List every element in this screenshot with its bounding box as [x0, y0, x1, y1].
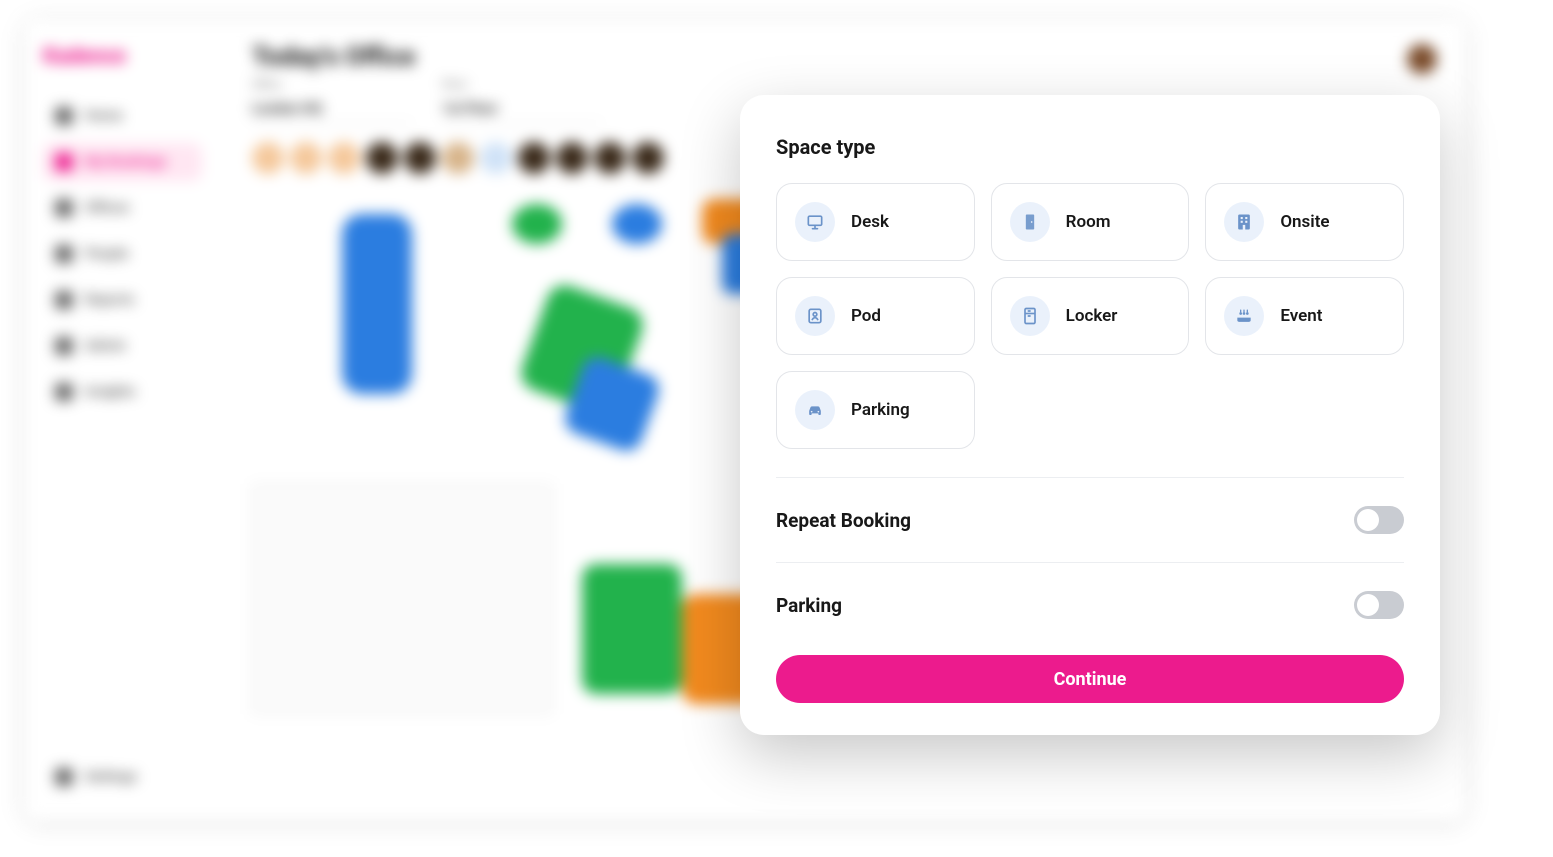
sidebar-item-label: Home	[85, 108, 123, 124]
space-type-label: Parking	[851, 400, 910, 420]
space-type-parking[interactable]: Parking	[776, 371, 975, 449]
avatar[interactable]	[404, 142, 436, 174]
car-icon	[795, 390, 835, 430]
pod-icon	[795, 296, 835, 336]
toggle-parking-row: Parking	[776, 571, 1404, 639]
sidebar-item-insights[interactable]: Insights	[43, 373, 202, 411]
space-type-onsite[interactable]: Onsite	[1205, 183, 1404, 261]
space-type-label: Event	[1280, 306, 1322, 326]
avatar[interactable]	[594, 142, 626, 174]
sidebar-item-label: Insights	[85, 384, 135, 400]
toggle-repeat-booking[interactable]	[1354, 506, 1404, 534]
space-type-label: Locker	[1066, 306, 1118, 326]
avatar[interactable]	[290, 142, 322, 174]
home-icon	[55, 107, 73, 125]
bulb-icon	[55, 383, 73, 401]
desk-icon	[795, 202, 835, 242]
sidebar-item-home[interactable]: Home	[43, 97, 202, 135]
avatar[interactable]	[442, 142, 474, 174]
toggle-label: Repeat Booking	[776, 509, 911, 532]
sidebar-item-label: My Bookings	[85, 154, 166, 170]
space-type-grid: Desk Room Onsite Pod Locker	[776, 183, 1404, 449]
sidebar: Kadence Home My Bookings Offices People …	[25, 20, 220, 820]
space-type-locker[interactable]: Locker	[991, 277, 1190, 355]
filter-value: 1st Floor	[442, 95, 602, 124]
gear-icon	[55, 768, 73, 786]
avatar[interactable]	[556, 142, 588, 174]
door-icon	[1010, 202, 1050, 242]
toggle-label: Parking	[776, 594, 842, 617]
room-available[interactable]	[582, 564, 682, 694]
sidebar-item-label: Offices	[85, 200, 129, 216]
avatar[interactable]	[632, 142, 664, 174]
avatar[interactable]	[366, 142, 398, 174]
sidebar-item-admin[interactable]: Admin	[43, 327, 202, 365]
desk-available[interactable]	[512, 204, 562, 244]
user-avatar[interactable]	[1407, 44, 1437, 74]
space-type-pod[interactable]: Pod	[776, 277, 975, 355]
sidebar-item-label: Reports	[85, 292, 135, 308]
sidebar-item-settings[interactable]: Settings	[43, 758, 202, 796]
avatar[interactable]	[480, 142, 512, 174]
avatar[interactable]	[518, 142, 550, 174]
filter-office[interactable]: Office London HQ	[252, 78, 412, 124]
divider	[776, 562, 1404, 563]
zone-outline	[252, 484, 552, 714]
filter-label: Office	[252, 78, 412, 91]
space-type-desk[interactable]: Desk	[776, 183, 975, 261]
sidebar-item-people[interactable]: People	[43, 235, 202, 273]
toggle-parking[interactable]	[1354, 591, 1404, 619]
sidebar-item-reports[interactable]: Reports	[43, 281, 202, 319]
people-icon	[55, 245, 73, 263]
space-type-event[interactable]: Event	[1205, 277, 1404, 355]
space-type-room[interactable]: Room	[991, 183, 1190, 261]
sidebar-item-label: Admin	[85, 338, 126, 354]
sidebar-item-bookings[interactable]: My Bookings	[43, 143, 202, 181]
desk-cluster[interactable]	[342, 214, 412, 394]
modal-title: Space type	[776, 135, 1404, 159]
avatar[interactable]	[252, 142, 284, 174]
filter-label: Floor	[442, 78, 602, 91]
continue-button[interactable]: Continue	[776, 655, 1404, 703]
space-type-label: Desk	[851, 212, 889, 232]
building-icon	[55, 199, 73, 217]
toggle-repeat-booking-row: Repeat Booking	[776, 486, 1404, 554]
filter-value: London HQ	[252, 95, 412, 124]
locker-icon	[1010, 296, 1050, 336]
space-type-label: Pod	[851, 306, 881, 326]
sidebar-item-label: People	[85, 246, 128, 262]
page-title: Today's Office	[252, 42, 1433, 72]
calendar-icon	[55, 153, 73, 171]
logo: Kadence	[43, 44, 202, 69]
space-type-label: Onsite	[1280, 212, 1329, 232]
space-type-modal: Space type Desk Room Onsite Pod	[740, 95, 1440, 735]
building-icon	[1224, 202, 1264, 242]
desk-booked[interactable]	[612, 204, 662, 244]
event-icon	[1224, 296, 1264, 336]
avatar[interactable]	[328, 142, 360, 174]
filter-floor[interactable]: Floor 1st Floor	[442, 78, 602, 124]
chart-icon	[55, 291, 73, 309]
shield-icon	[55, 337, 73, 355]
space-type-label: Room	[1066, 212, 1111, 232]
divider	[776, 477, 1404, 478]
sidebar-item-label: Settings	[85, 769, 137, 785]
sidebar-item-offices[interactable]: Offices	[43, 189, 202, 227]
